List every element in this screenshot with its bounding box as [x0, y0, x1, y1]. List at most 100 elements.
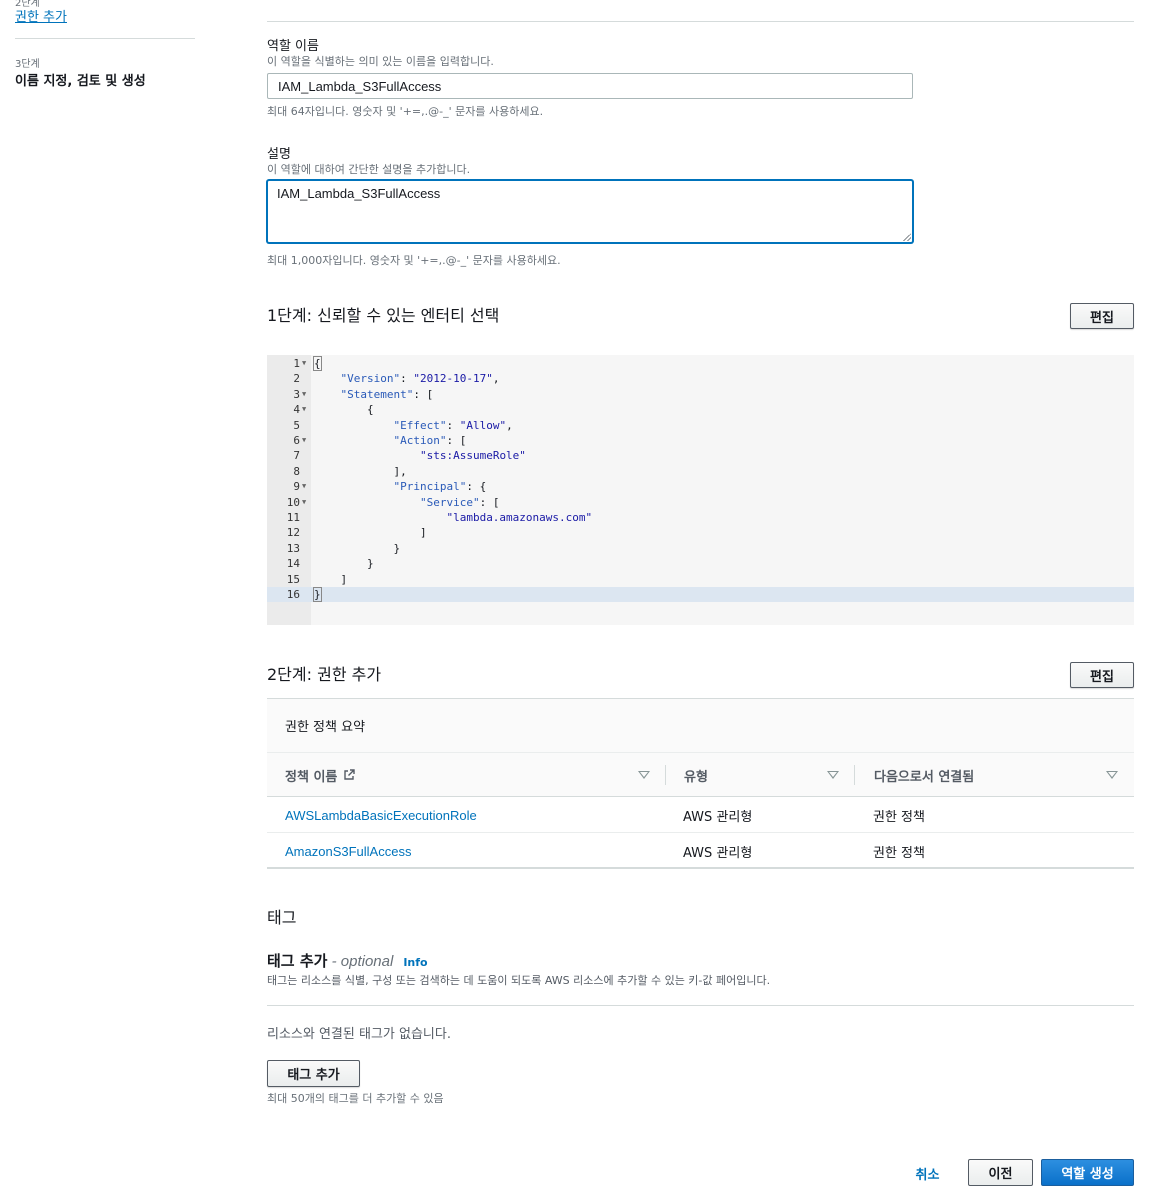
code-text: } [314, 557, 374, 571]
role-name-description: 이 역할을 식별하는 의미 있는 이름을 입력합니다. [267, 55, 494, 68]
code-text: "lambda.amazonaws.com" [446, 511, 593, 524]
policy-type: AWS 관리형 [683, 809, 753, 825]
tags-section-title: 태그 [267, 908, 297, 927]
table-column-headers: 정책 이름 유형 다음으로서 연결됨 [267, 753, 1134, 797]
table-row: AWSLambdaBasicExecutionRole AWS 관리형 권한 정… [267, 797, 1134, 833]
line-number: 5 [293, 418, 300, 432]
column-policy-name[interactable]: 정책 이름 [285, 753, 356, 797]
column-type-label: 유형 [684, 769, 708, 785]
role-name-input[interactable] [267, 73, 913, 99]
tags-divider [267, 1005, 1134, 1006]
step1-edit-button[interactable]: 편집 [1070, 303, 1134, 329]
permissions-table: 권한 정책 요약 정책 이름 유형 다음으로서 연결됨 AWSLambdaBas… [267, 698, 1134, 869]
code-text: "sts:AssumeRole" [419, 449, 526, 463]
line-number: 12 [286, 526, 300, 540]
fold-toggle-icon[interactable]: ▼ [302, 402, 306, 417]
line-number: 9 [293, 480, 300, 494]
code-text: "Statement": [ [340, 387, 434, 401]
policy-type: AWS 관리형 [683, 845, 753, 861]
permissions-summary-header: 권한 정책 요약 [267, 698, 1134, 753]
previous-button[interactable]: 이전 [968, 1159, 1033, 1186]
code-text: "Principal": { [393, 480, 487, 494]
step1-title: 1단계: 신뢰할 수 있는 엔터티 선택 [267, 306, 500, 325]
add-tags-title: 태그 추가 [267, 952, 328, 970]
code-line: 9 ▼ "Principal": { [267, 479, 1134, 494]
code-text: ] [314, 572, 348, 586]
sidebar-divider [15, 38, 195, 39]
create-role-button[interactable]: 역할 생성 [1041, 1159, 1134, 1186]
no-tags-message: 리소스와 연결된 태그가 없습니다. [267, 1027, 451, 1042]
table-row: AmazonS3FullAccess AWS 관리형 권한 정책 [267, 833, 1134, 869]
column-type[interactable]: 유형 [684, 753, 708, 797]
policy-attached-as: 권한 정책 [873, 845, 925, 861]
description-label: 설명 [267, 147, 291, 162]
tag-limit-hint: 최대 50개의 태그를 더 추가할 수 있음 [267, 1092, 444, 1105]
code-text: } [314, 541, 401, 555]
code-text: ] [314, 526, 427, 540]
column-separator [665, 765, 666, 785]
code-line: 11 "lambda.amazonaws.com" [267, 510, 1134, 525]
column-policy-name-label: 정책 이름 [285, 769, 338, 785]
code-text: "Version": "2012-10-17", [340, 372, 500, 386]
code-text: "Service": [ [419, 495, 500, 509]
sort-policy-name-icon[interactable] [638, 771, 650, 779]
step2-title: 2단계: 권한 추가 [267, 665, 382, 684]
line-number: 14 [286, 557, 300, 571]
description-hint: 최대 1,000자입니다. 영숫자 및 '+=,.@-_' 문자를 사용하세요. [267, 254, 561, 267]
line-number: 2 [293, 372, 300, 386]
line-number: 11 [286, 511, 300, 524]
step2-edit-button[interactable]: 편집 [1070, 662, 1134, 688]
code-line: 6 ▼ "Action": [ [267, 433, 1134, 448]
role-name-label: 역할 이름 [267, 39, 319, 54]
line-number: 10 [286, 495, 300, 509]
fold-toggle-icon[interactable]: ▼ [302, 433, 306, 448]
sort-attached-as-icon[interactable] [1106, 771, 1118, 779]
code-line: 1 ▼ { [267, 356, 1134, 371]
description-hint-top: 이 역할에 대하여 간단한 설명을 추가합니다. [267, 163, 471, 176]
line-number: 15 [286, 572, 300, 586]
column-separator [854, 765, 855, 785]
description-field[interactable]: IAM_Lambda_S3FullAccess [267, 180, 913, 243]
fold-toggle-icon[interactable]: ▼ [302, 387, 306, 402]
column-attached-as-label: 다음으로서 연결됨 [874, 769, 975, 785]
optional-label: - optional [327, 953, 394, 970]
info-link[interactable]: Info [403, 956, 427, 969]
resize-handle-icon[interactable] [903, 233, 911, 241]
column-attached-as[interactable]: 다음으로서 연결됨 [874, 753, 974, 797]
fold-toggle-icon[interactable]: ▼ [302, 479, 306, 494]
line-number: 8 [293, 464, 300, 478]
fold-toggle-icon[interactable]: ▼ [302, 495, 306, 510]
code-line: 16} [267, 587, 1134, 603]
description-textarea[interactable]: IAM_Lambda_S3FullAccess [267, 180, 913, 243]
line-number: 7 [293, 449, 300, 463]
sidebar-current-step-title: 이름 지정, 검토 및 생성 [15, 74, 146, 89]
external-link-icon [344, 769, 356, 780]
tags-description: 태그는 리소스를 식별, 구성 또는 검색하는 데 도움이 되도록 AWS 리소… [267, 974, 771, 987]
code-text: "Action": [ [393, 434, 467, 447]
code-text: ], [314, 464, 407, 478]
code-line: 5 "Effect": "Allow", [267, 418, 1134, 433]
line-number: 6 [293, 434, 300, 447]
code-line: 2 "Version": "2012-10-17", [267, 371, 1134, 386]
fold-toggle-icon[interactable]: ▼ [302, 356, 306, 371]
policy-link[interactable]: AmazonS3FullAccess [285, 844, 411, 859]
code-text: { [313, 356, 322, 371]
code-line: 3 ▼ "Statement": [ [267, 387, 1134, 402]
line-number: 16 [286, 588, 300, 601]
code-text: "Effect": "Allow", [393, 418, 513, 432]
code-line: 15 ] [267, 572, 1134, 587]
code-line: 12 ] [267, 525, 1134, 540]
trust-policy-editor[interactable]: 1 ▼{2 "Version": "2012-10-17", 3 ▼ "Stateme… [267, 355, 1134, 625]
sidebar-link-add-permissions[interactable]: 권한 추가 [15, 6, 67, 25]
line-number: 13 [286, 541, 300, 555]
code-line: 7 "sts:AssumeRole" [267, 448, 1134, 463]
line-number: 3 [293, 387, 300, 401]
sort-type-icon[interactable] [827, 771, 839, 779]
code-line: 8 ], [267, 464, 1134, 479]
code-text: { [314, 403, 374, 417]
code-text: } [313, 587, 322, 602]
code-line: 14 } [267, 556, 1134, 571]
policy-link[interactable]: AWSLambdaBasicExecutionRole [285, 808, 477, 823]
add-tag-button[interactable]: 태그 추가 [267, 1060, 360, 1087]
cancel-button[interactable]: 취소 [905, 1160, 950, 1186]
